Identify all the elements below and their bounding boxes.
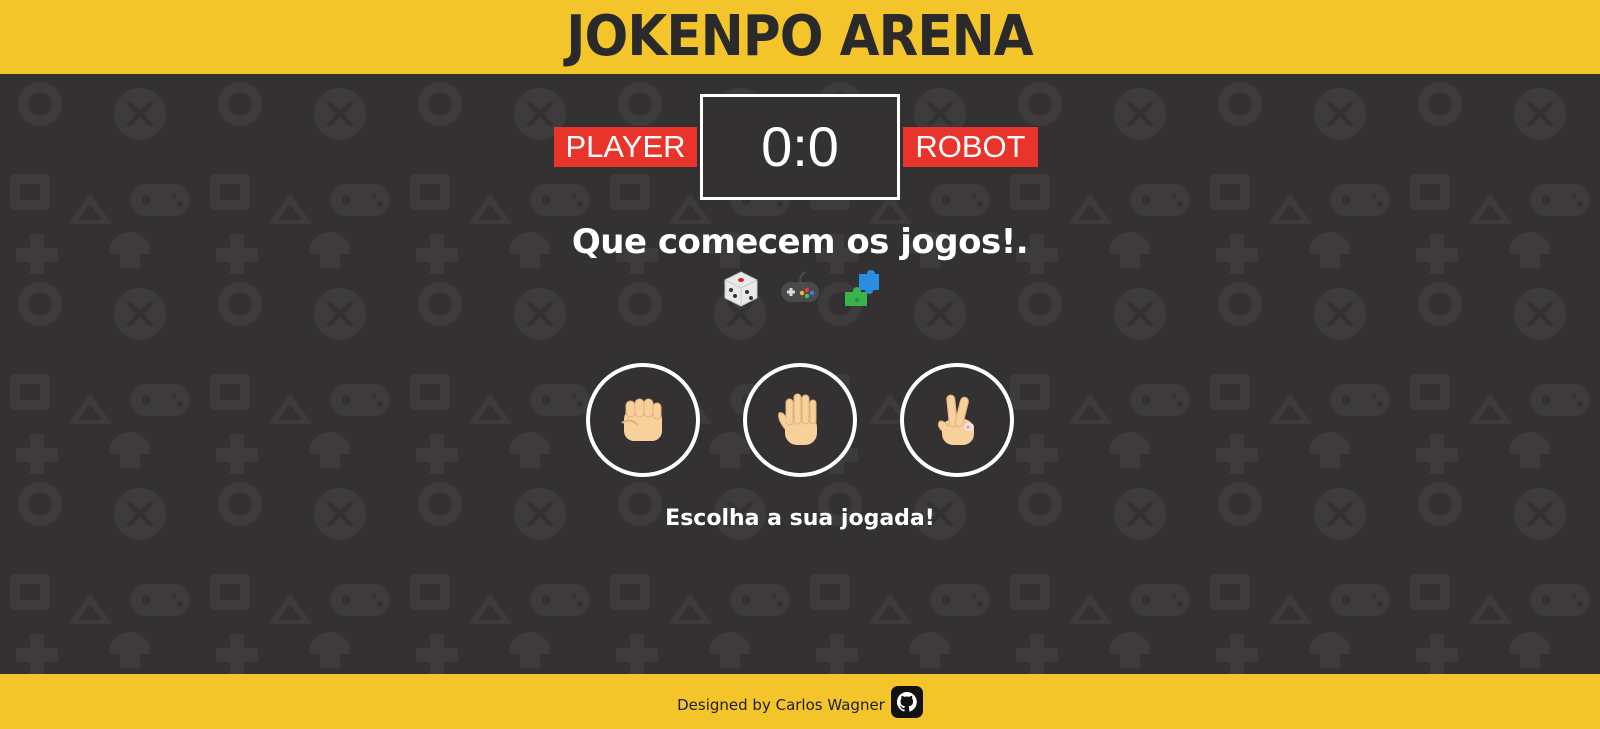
player-label: PLAYER <box>554 127 697 167</box>
scissors-button[interactable] <box>900 363 1014 477</box>
puzzle-icon <box>837 266 883 312</box>
victory-hand-icon <box>937 394 974 445</box>
choose-prompt: Escolha a sua jogada! <box>665 506 935 531</box>
robot-label: ROBOT <box>903 127 1038 167</box>
app-title: JOKENPO ARENA <box>566 4 1034 69</box>
paper-button[interactable] <box>743 363 857 477</box>
designer-credit: Designed by Carlos Wagner <box>677 695 885 714</box>
message-emojis <box>0 266 1600 312</box>
raised-fist-icon <box>621 398 662 441</box>
github-link[interactable] <box>890 685 923 718</box>
dice-icon <box>717 266 763 312</box>
github-icon <box>890 685 923 718</box>
scoreboard: PLAYER 0:0 ROBOT <box>554 94 1038 200</box>
gamepad-icon <box>777 266 823 312</box>
app-header: JOKENPO ARENA <box>0 0 1600 74</box>
score-display: 0:0 <box>700 94 900 200</box>
rock-button[interactable] <box>586 363 700 477</box>
game-message: Que comecem os jogos!. <box>571 222 1029 262</box>
raised-hand-icon <box>778 393 817 445</box>
game-arena: PLAYER 0:0 ROBOT Que comecem os jogos!. <box>0 74 1600 674</box>
app-footer: Designed by Carlos Wagner <box>0 674 1600 729</box>
